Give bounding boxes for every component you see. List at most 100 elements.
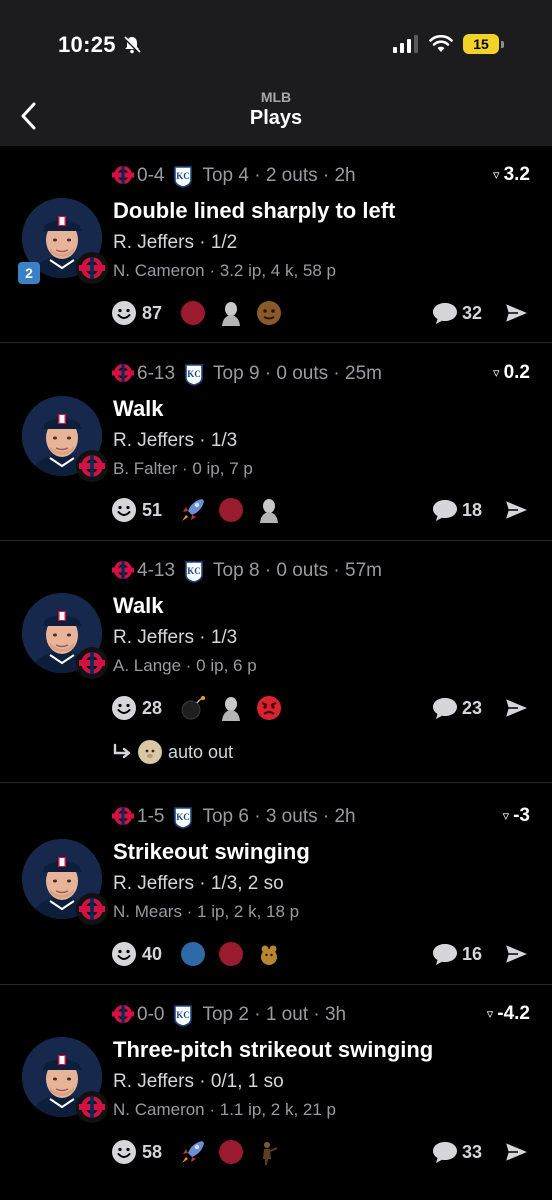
comment-count: 23 <box>461 697 482 718</box>
sculpture-icon[interactable] <box>218 695 244 721</box>
reply-arrow-icon <box>113 743 131 759</box>
wpa-arrow-icon: ▿ <box>502 808 510 823</box>
count-badge: 2 <box>18 262 40 284</box>
cellular-signal-icon <box>393 35 418 53</box>
comment-icon[interactable] <box>432 942 458 966</box>
play-title: Double lined sharply to left <box>113 198 396 223</box>
inning-info: Top 4 · 2 outs · 2h <box>202 165 356 186</box>
reactions[interactable]: 87 <box>112 298 294 328</box>
status-indicators: 15 <box>393 34 504 54</box>
sculpture-icon[interactable] <box>256 497 282 523</box>
score: 6-13 <box>137 363 176 384</box>
pitcher-line: N. Cameron · 1.1 ip, 2 k, 21 p <box>113 1100 336 1119</box>
reaction-blue-dot[interactable] <box>180 941 206 967</box>
team-badge <box>76 252 108 284</box>
comment-count: 18 <box>461 499 482 520</box>
wifi-icon <box>429 35 453 52</box>
smiley-icon[interactable] <box>112 498 136 522</box>
reaction-red-dot[interactable] <box>218 941 244 967</box>
player-avatar[interactable]: 2 <box>18 198 108 284</box>
play-card[interactable]: 6-13 Top 9 · 0 outs · 25m ▿ 0.2 Walk R. … <box>0 343 552 541</box>
twins-logo-icon <box>112 1005 134 1023</box>
rodent-icon[interactable] <box>256 941 282 967</box>
batter-line: R. Jeffers · 1/3, 2 so <box>113 873 284 894</box>
nav-title: Plays <box>249 107 303 129</box>
team-badge <box>76 450 108 482</box>
share-send-icon[interactable] <box>504 1140 530 1164</box>
status-time: 10:25 <box>58 32 142 58</box>
reaction-red-dot[interactable] <box>218 497 244 523</box>
reaction-count: 51 <box>142 499 163 520</box>
play-title: Strikeout swinging <box>113 839 310 864</box>
player-avatar[interactable] <box>22 396 108 482</box>
face-icon[interactable] <box>256 300 282 326</box>
actions: 32 <box>432 298 530 328</box>
reactions[interactable]: 28 <box>112 693 294 723</box>
comment-count: 33 <box>461 1141 482 1162</box>
angry-face-icon[interactable] <box>256 695 282 721</box>
comment-icon[interactable] <box>432 498 458 522</box>
twins-logo-icon <box>79 898 105 920</box>
comment-icon[interactable] <box>432 696 458 720</box>
twins-logo-icon <box>112 561 134 579</box>
bell-muted-icon <box>122 35 141 55</box>
share-send-icon[interactable] <box>504 301 530 325</box>
score: 4-13 <box>137 560 176 581</box>
pitcher-line: A. Lange · 0 ip, 6 p <box>113 656 257 675</box>
win-probability: ▿ 0.2 <box>493 362 530 384</box>
score: 1-5 <box>137 806 165 827</box>
comment-icon[interactable] <box>432 301 458 325</box>
twins-logo-icon <box>112 807 134 825</box>
rocket-icon[interactable] <box>180 1139 206 1165</box>
share-send-icon[interactable] <box>504 696 530 720</box>
wpa-value: 0.2 <box>503 362 530 383</box>
nav-subtitle: MLB <box>260 89 292 105</box>
play-card[interactable]: 1-5 Top 6 · 3 outs · 2h ▿ -3 Strikeout s… <box>0 783 552 985</box>
reaction-count: 87 <box>142 302 163 323</box>
smiley-icon[interactable] <box>112 1140 136 1164</box>
royals-logo-icon <box>185 364 203 386</box>
header: 10:25 15 MLB Plays <box>0 0 552 146</box>
play-card[interactable]: 0-4 Top 4 · 2 outs · 2h ▿ 3.2 2 Double l… <box>0 146 552 343</box>
twins-logo-icon <box>112 364 134 382</box>
user-avatar-icon <box>138 740 162 764</box>
figure-icon[interactable] <box>256 1139 282 1165</box>
auto-out-reply[interactable]: auto out <box>112 737 233 767</box>
batter-line: R. Jeffers · 1/3 <box>113 430 238 451</box>
actions: 33 <box>432 1137 530 1167</box>
sculpture-icon[interactable] <box>218 300 244 326</box>
bomb-icon[interactable] <box>180 695 206 721</box>
comment-count: 32 <box>461 302 482 323</box>
win-probability: ▿ 3.2 <box>493 164 530 186</box>
auto-out-label: auto out <box>168 741 234 762</box>
royals-logo-icon <box>174 1005 193 1027</box>
royals-logo-icon <box>174 807 193 829</box>
comment-icon[interactable] <box>432 1140 458 1164</box>
play-card[interactable]: 0-0 Top 2 · 1 out · 3h ▿ -4.2 Three-pitc… <box>0 985 552 1200</box>
reactions[interactable]: 58 <box>112 1137 294 1167</box>
reaction-red-dot[interactable] <box>180 300 206 326</box>
team-badge <box>76 1091 108 1123</box>
player-avatar[interactable] <box>22 593 108 679</box>
reaction-red-dot[interactable] <box>218 1139 244 1165</box>
twins-logo-icon <box>79 455 105 477</box>
smiley-icon[interactable] <box>112 942 136 966</box>
clock: 10:25 <box>58 32 116 57</box>
player-avatar[interactable] <box>22 1037 108 1123</box>
wpa-arrow-icon: ▿ <box>493 167 500 182</box>
share-send-icon[interactable] <box>504 498 530 522</box>
reactions[interactable]: 51 <box>112 495 294 525</box>
share-send-icon[interactable] <box>504 942 530 966</box>
smiley-icon[interactable] <box>112 696 136 720</box>
actions: 23 <box>432 693 530 723</box>
twins-logo-icon <box>79 257 105 279</box>
batter-line: R. Jeffers · 0/1, 1 so <box>113 1071 284 1092</box>
battery-icon: 15 <box>463 34 504 54</box>
play-card[interactable]: 4-13 Top 8 · 0 outs · 57m Walk R. Jeffer… <box>0 541 552 783</box>
rocket-icon[interactable] <box>180 497 206 523</box>
player-avatar[interactable] <box>22 839 108 925</box>
smiley-icon[interactable] <box>112 301 136 325</box>
reactions[interactable]: 40 <box>112 939 294 969</box>
twins-logo-icon <box>112 166 134 184</box>
actions: 18 <box>432 495 530 525</box>
